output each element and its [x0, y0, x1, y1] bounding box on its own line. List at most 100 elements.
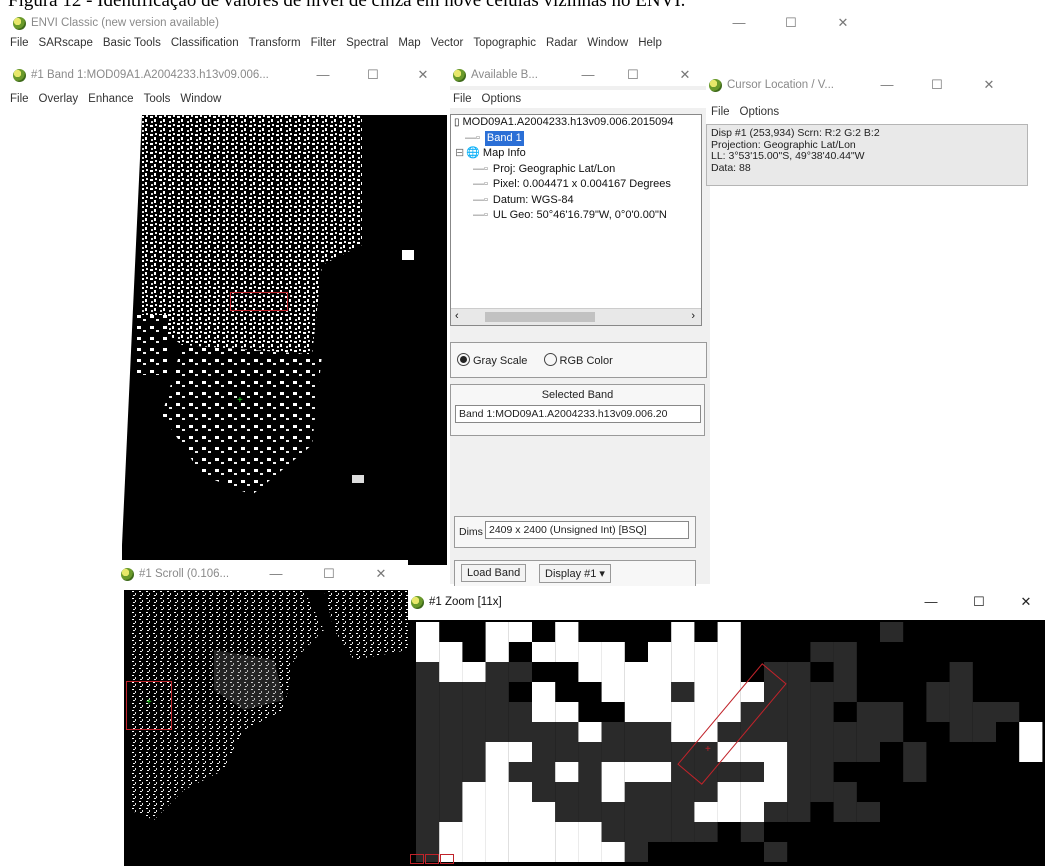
envi-globe-icon	[411, 595, 424, 609]
map-info-globe-icon: 🌐	[466, 147, 480, 159]
figure-caption: Figura 12 - Identificação de valores de …	[8, 0, 686, 11]
bands-menubar: File Options	[448, 90, 710, 108]
scroll-right-icon[interactable]: ›	[691, 309, 695, 325]
scrollbar-thumb[interactable]	[485, 312, 595, 322]
selected-band-label: Selected Band	[541, 389, 614, 401]
tree-proj[interactable]: —▫ Proj: Geographic Lat/Lon	[451, 162, 701, 178]
scroll-window: #1 Scroll (0.106... — ☐ ✕ +	[118, 560, 408, 866]
cursor-crosshair-icon: +	[237, 395, 243, 406]
zoom-box-indicator[interactable]	[230, 292, 288, 311]
cursor-location-window: Cursor Location / V... — ☐ ✕ File Option…	[706, 74, 1031, 186]
tree-datum[interactable]: —▫ Datum: WGS-84	[451, 193, 701, 209]
menu-topographic[interactable]: Topographic	[468, 37, 541, 49]
zoom-cursor-icon: +	[705, 744, 711, 755]
dims-group: Dims 2409 x 2400 (Unsigned Int) [BSQ]	[454, 516, 696, 548]
cursor-window-title: Cursor Location / V...	[727, 79, 834, 91]
menu-file[interactable]: File	[5, 37, 34, 49]
available-bands-window: Available B... — ☐ ✕ File Options ▯ MOD09…	[448, 64, 710, 588]
image-menu-file[interactable]: File	[5, 93, 34, 105]
zoom-titlebar: #1 Zoom [11x]	[408, 586, 1045, 618]
tree-map-info[interactable]: ⊟ 🌐 Map Info	[451, 146, 701, 162]
tree-band-1[interactable]: —▫ Band 1	[451, 130, 701, 146]
tree-root[interactable]: ▯ MOD09A1.A2004233.h13v09.006.2015094	[451, 115, 701, 131]
main-menubar: File SARscape Basic Tools Classification…	[5, 34, 870, 52]
scroll-image-canvas[interactable]: +	[124, 590, 408, 866]
close-icon[interactable]: ✕	[830, 12, 856, 34]
cursor-menubar: File Options	[706, 103, 1031, 121]
minimize-icon[interactable]: —	[874, 74, 900, 96]
satellite-image	[122, 115, 414, 545]
image-menubar: File Overlay Enhance Tools Window	[5, 90, 445, 108]
minimize-icon[interactable]: —	[575, 64, 601, 86]
cursor-menu-options[interactable]: Options	[735, 106, 785, 118]
zoom-window: #1 Zoom [11x] — ☐ ✕ +	[408, 586, 1045, 866]
cursor-menu-file[interactable]: File	[706, 106, 735, 118]
display-dropdown[interactable]: Display #1 ▾	[539, 564, 611, 583]
image-menu-tools[interactable]: Tools	[139, 93, 176, 105]
scroll-left-icon[interactable]: ‹	[455, 309, 459, 325]
tree-band-1-label[interactable]: Band 1	[484, 130, 524, 146]
chevron-down-icon: ▾	[599, 568, 605, 580]
gray-scale-radio[interactable]	[457, 353, 470, 366]
color-mode-group: Gray Scale RGB Color	[450, 342, 707, 378]
maximize-icon[interactable]: ☐	[778, 12, 804, 34]
tree-horizontal-scrollbar[interactable]: ‹ ›	[451, 308, 701, 325]
close-icon[interactable]: ✕	[410, 64, 436, 86]
maximize-icon[interactable]: ☐	[360, 64, 386, 86]
tree-pixel[interactable]: —▫ Pixel: 0.004471 x 0.004167 Degrees	[451, 177, 701, 193]
rgb-color-radio[interactable]	[543, 353, 557, 366]
envi-globe-icon	[453, 68, 466, 82]
envi-globe-icon	[121, 567, 134, 581]
load-band-button[interactable]: Load Band	[461, 564, 527, 582]
close-icon[interactable]: ✕	[976, 74, 1002, 96]
bands-menu-file[interactable]: File	[448, 93, 477, 105]
menu-transform[interactable]: Transform	[244, 37, 306, 49]
selected-band-field: Band 1:MOD09A1.A2004233.h13v09.006.20	[455, 405, 701, 423]
menu-classification[interactable]: Classification	[166, 37, 244, 49]
maximize-icon[interactable]: ☐	[924, 74, 950, 96]
maximize-icon[interactable]: ☐	[620, 64, 646, 86]
bands-window-title: Available B...	[471, 69, 538, 81]
menu-window[interactable]: Window	[582, 37, 633, 49]
image-menu-overlay[interactable]: Overlay	[34, 93, 84, 105]
load-group: Load Band Display #1 ▾	[454, 560, 696, 588]
cursor-info-panel: Disp #1 (253,934) Scrn: R:2 G:2 B:2 Proj…	[706, 124, 1028, 186]
main-window-title: ENVI Classic (new version available)	[31, 17, 219, 29]
minimize-icon[interactable]: —	[310, 64, 336, 86]
close-icon[interactable]: ✕	[672, 64, 698, 86]
scroll-window-title: #1 Scroll (0.106...	[139, 568, 230, 580]
menu-map[interactable]: Map	[393, 37, 425, 49]
zoom-image-canvas[interactable]: +	[408, 620, 1045, 866]
cursor-data-line: Data: 88	[711, 161, 751, 174]
minimize-icon[interactable]: —	[726, 12, 752, 34]
envi-globe-icon	[709, 78, 722, 92]
envi-globe-icon	[13, 68, 26, 82]
image-menu-enhance[interactable]: Enhance	[83, 93, 138, 105]
maximize-icon[interactable]: ☐	[966, 591, 992, 613]
envi-globe-icon	[13, 16, 26, 30]
dims-field: 2409 x 2400 (Unsigned Int) [BSQ]	[485, 521, 689, 539]
minimize-icon[interactable]: —	[263, 563, 289, 585]
image-window-title: #1 Band 1:MOD09A1.A2004233.h13v09.006...	[31, 69, 269, 81]
menu-help[interactable]: Help	[633, 37, 667, 49]
bands-menu-options[interactable]: Options	[477, 93, 527, 105]
close-icon[interactable]: ✕	[1013, 591, 1039, 613]
dims-label: Dims	[459, 526, 483, 538]
image-menu-window[interactable]: Window	[175, 93, 226, 105]
gray-scale-label: Gray Scale	[473, 355, 528, 367]
menu-sarscape[interactable]: SARscape	[34, 37, 98, 49]
menu-basic-tools[interactable]: Basic Tools	[98, 37, 166, 49]
menu-filter[interactable]: Filter	[306, 37, 342, 49]
image-display-canvas[interactable]: +	[122, 115, 447, 565]
menu-vector[interactable]: Vector	[426, 37, 469, 49]
zoom-control-boxes[interactable]	[410, 854, 458, 864]
menu-spectral[interactable]: Spectral	[341, 37, 393, 49]
minimize-icon[interactable]: —	[918, 591, 944, 613]
selected-band-group: Selected Band Band 1:MOD09A1.A2004233.h1…	[450, 384, 705, 436]
scroll-cursor-icon: +	[146, 697, 152, 708]
band-tree: ▯ MOD09A1.A2004233.h13v09.006.2015094 —▫ B…	[450, 114, 702, 326]
close-icon[interactable]: ✕	[368, 563, 394, 585]
maximize-icon[interactable]: ☐	[316, 563, 342, 585]
menu-radar[interactable]: Radar	[541, 37, 582, 49]
tree-ul-geo[interactable]: —▫ UL Geo: 50°46'16.79"W, 0°0'0.00"N	[451, 208, 701, 224]
